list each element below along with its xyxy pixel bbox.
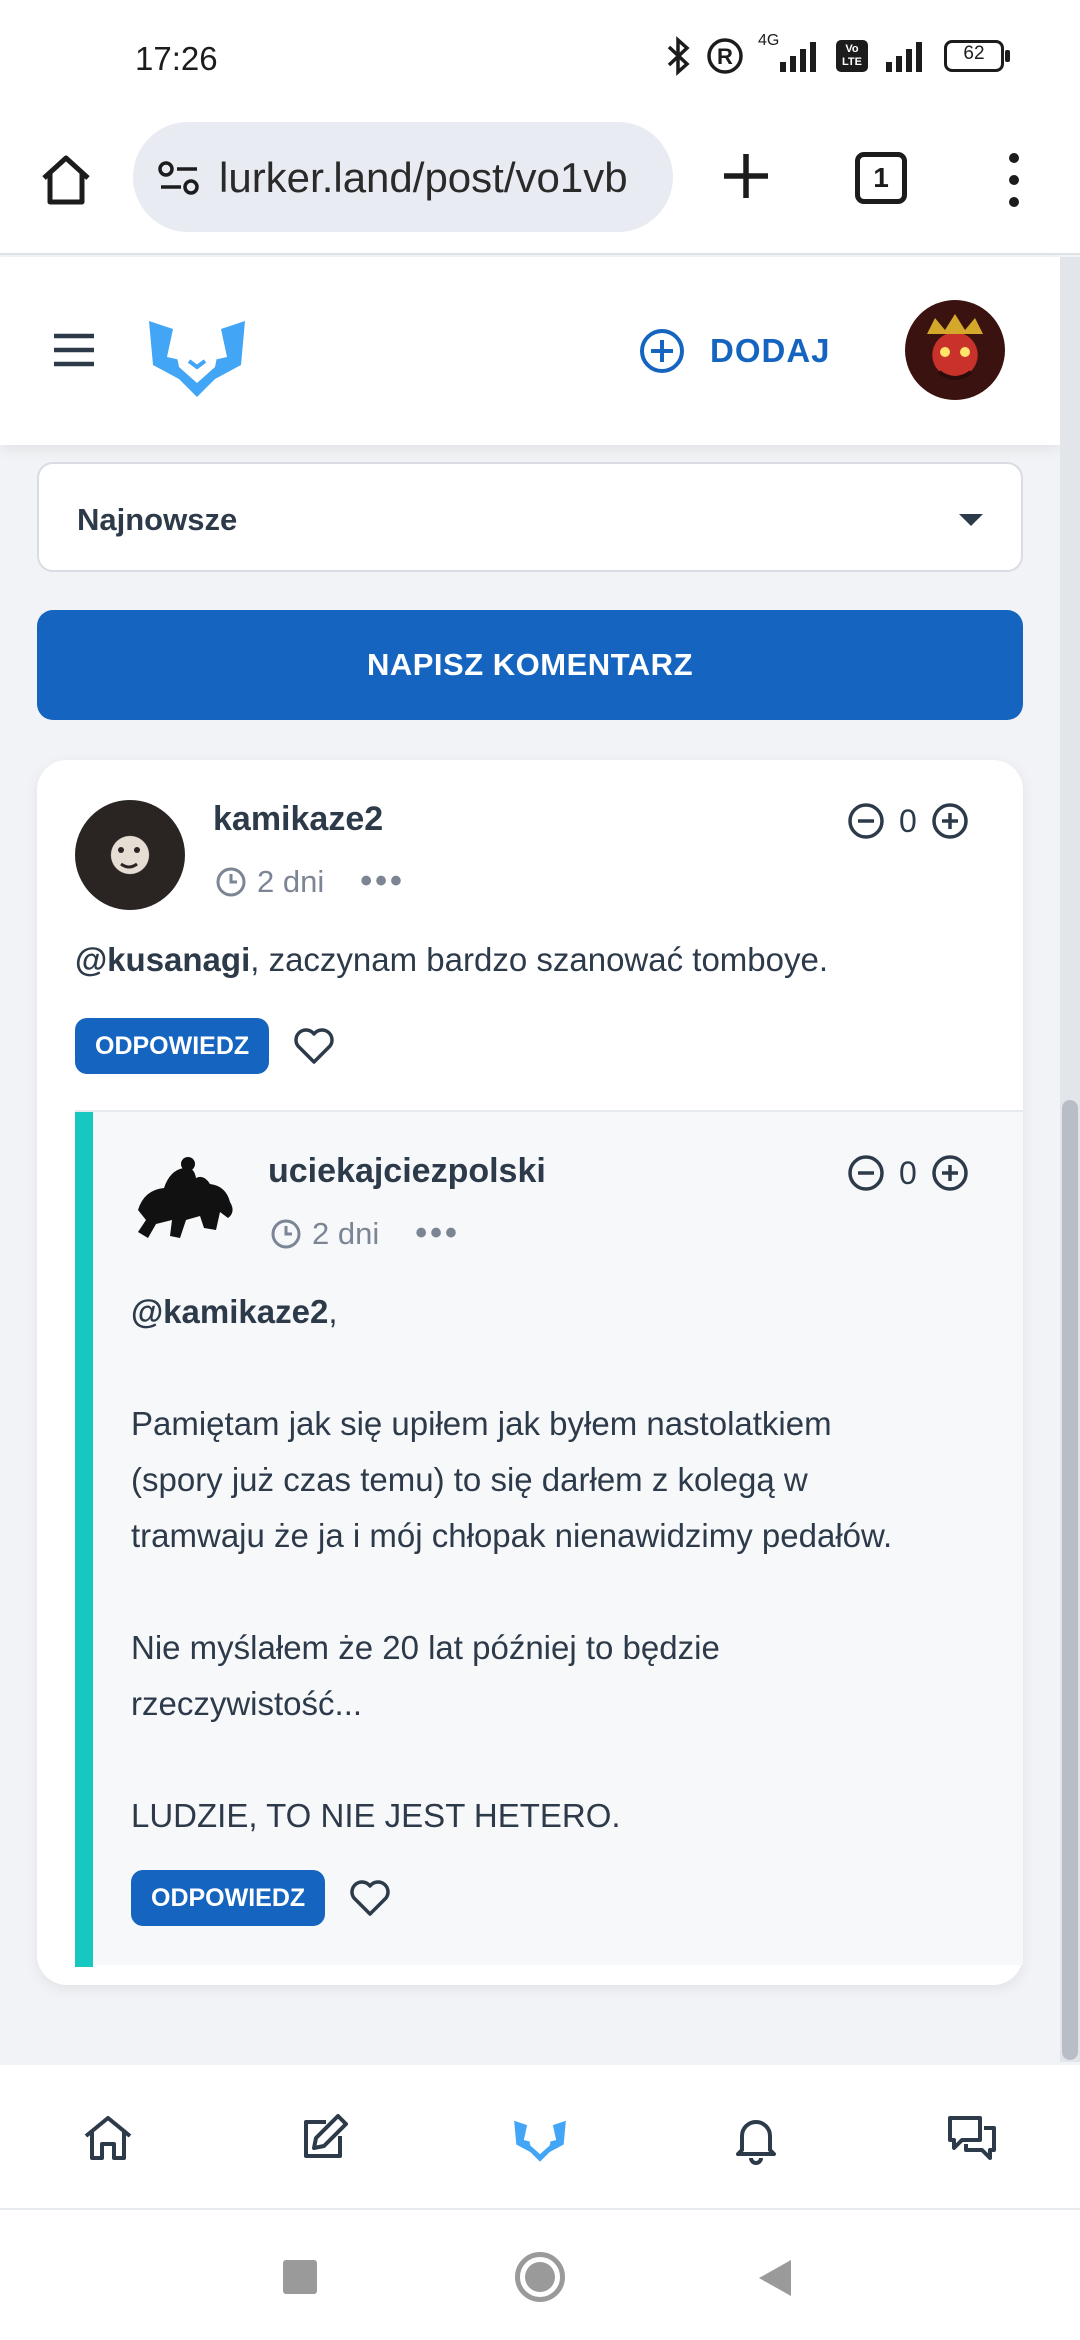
more-options-icon[interactable]: ••• [360,862,405,901]
reply-paragraph-line: LUDZIE, TO NIE JEST HETERO. [131,1797,621,1834]
status-time: 17:26 [135,40,218,77]
signal-2-icon [886,42,922,72]
like-heart-icon[interactable] [292,1026,336,1066]
recent-apps-icon[interactable] [283,2260,317,2294]
hamburger-menu-icon[interactable] [52,332,96,368]
thread-indicator-bar [75,1112,93,1967]
downvote-icon[interactable] [847,1154,885,1192]
vote-score: 0 [899,1154,917,1191]
volte-icon: Vo LTE [836,40,868,72]
registered-icon: R [707,38,743,74]
comment-author-username[interactable]: kamikaze2 [213,800,383,839]
add-post-button[interactable]: DODAJ [638,327,831,375]
scrollbar-thumb[interactable] [1062,1100,1078,2060]
bottom-navigation [0,2065,1080,2210]
comment-author-avatar[interactable] [75,800,185,910]
reply-paragraph-line: rzeczywistość... [131,1685,363,1722]
browser-menu-icon[interactable] [1000,150,1028,210]
url-text[interactable]: lurker.land/post/vo1vb [219,154,628,202]
reply-time: 2 dni [312,1215,380,1251]
tab-switcher-button[interactable]: 1 [855,152,907,204]
app-header: DODAJ [0,257,1060,445]
battery-level: 62 [963,43,985,64]
sort-select[interactable]: Najnowsze [37,462,1023,572]
lurker-logo-icon[interactable] [145,307,249,399]
system-navigation-bar [0,2210,1080,2340]
mention-suffix: , [328,1293,338,1330]
add-circle-icon [640,329,684,373]
clock-icon [271,1219,301,1248]
vote-controls: 0 [847,802,969,840]
bluetooth-icon [667,36,690,76]
vote-score: 0 [899,802,917,839]
reply-paragraph-line: (spory już czas temu) to się darłem z ko… [131,1461,808,1498]
like-heart-icon[interactable] [348,1878,392,1918]
user-avatar[interactable] [905,300,1005,400]
home-circle-icon[interactable] [515,2252,565,2302]
nav-notifications-bell-icon[interactable] [728,2110,784,2166]
downvote-icon[interactable] [847,802,885,840]
mention-link[interactable]: @kusanagi [75,941,250,978]
reply-button[interactable]: ODPOWIEDZ [75,1018,270,1074]
clock-icon [216,867,246,896]
reply-body: @kamikaze2, Pamiętam jak się upiłem jak … [131,1284,1011,1844]
nav-lurker-logo-icon[interactable] [512,2110,568,2166]
add-post-label: DODAJ [710,332,831,369]
browser-home-icon[interactable] [38,152,94,208]
comment-meta: 2 dni ••• [215,862,405,901]
signal-icon: 4G [758,32,822,76]
more-options-icon[interactable]: ••• [415,1214,460,1253]
nav-messages-icon[interactable] [944,2110,1000,2166]
new-tab-icon[interactable] [718,148,774,204]
upvote-icon[interactable] [931,802,969,840]
sort-selected-value: Najnowsze [77,502,238,537]
reply-vote-controls: 0 [847,1154,969,1192]
reply-author-avatar[interactable] [130,1150,244,1244]
reply-button[interactable]: ODPOWIEDZ [131,1870,326,1926]
comment-text: , zaczynam bardzo szanować tomboye. [250,941,829,978]
reply-paragraph-line: Nie myślałem że 20 lat później to będzie [131,1629,720,1666]
write-comment-button[interactable]: NAPISZ KOMENTARZ [37,610,1023,720]
site-settings-icon[interactable] [157,158,201,198]
svg-text:R: R [717,44,733,69]
reply-meta: 2 dni ••• [270,1214,460,1253]
comment-body: @kusanagi, zaczynam bardzo szanować tomb… [75,932,828,988]
battery-icon: 62 [944,40,1010,72]
status-bar: 17:26 R 4G Vo LTE 62 [0,0,1080,110]
nav-home-icon[interactable] [80,2110,136,2166]
reply-paragraph-line: tramwaju że ja i mój chłopak nienawidzim… [131,1517,893,1554]
reply-author-username[interactable]: uciekajciezpolski [268,1152,546,1191]
comment-card: kamikaze2 2 dni ••• 0 @kusanagi, zaczyna… [37,760,1023,1985]
address-bar[interactable]: lurker.land/post/vo1vb [133,122,673,232]
reply-paragraph-line: Pamiętam jak się upiłem jak byłem nastol… [131,1405,832,1442]
mention-link[interactable]: @kamikaze2 [131,1293,328,1330]
back-triangle-icon[interactable] [757,2258,793,2298]
status-icons: R 4G Vo LTE 62 [666,32,1010,76]
nested-reply: uciekajciezpolski 2 dni ••• 0 @kamikaze2… [75,1110,1023,1967]
nav-edit-icon[interactable] [296,2110,352,2166]
browser-toolbar: lurker.land/post/vo1vb 1 [0,110,1080,255]
comment-time: 2 dni [257,863,325,899]
dropdown-caret-icon [959,514,983,526]
upvote-icon[interactable] [931,1154,969,1192]
